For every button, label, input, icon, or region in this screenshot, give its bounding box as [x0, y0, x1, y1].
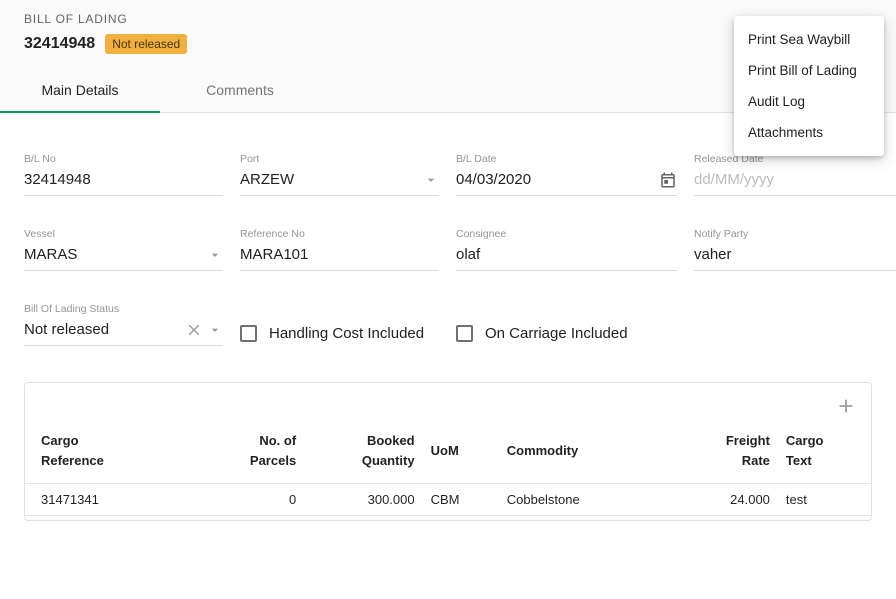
col-header-no-of-parcels: No. ofParcels	[203, 421, 305, 484]
cargo-table: CargoReference No. ofParcels BookedQuant…	[25, 421, 871, 516]
bl-status-value: Not released	[24, 321, 181, 338]
chevron-down-icon[interactable]	[207, 322, 223, 338]
port-select[interactable]: ARZEW	[240, 170, 439, 196]
port-field: Port ARZEW	[240, 153, 439, 196]
cell-no-of-parcels: 0	[203, 484, 305, 516]
cell-uom: CBM	[423, 484, 499, 516]
tab-main-details[interactable]: Main Details	[0, 66, 160, 112]
menu-item-print-sea-waybill[interactable]: Print Sea Waybill	[734, 24, 884, 55]
col-header-commodity: Commodity	[499, 421, 660, 484]
consignee-label: Consignee	[456, 228, 677, 240]
on-carriage-checkbox[interactable]	[456, 325, 473, 342]
cell-booked-quantity: 300.000	[304, 484, 422, 516]
calendar-icon[interactable]	[659, 171, 677, 189]
port-value: ARZEW	[240, 171, 419, 188]
port-label: Port	[240, 153, 439, 165]
bl-status-label: Bill Of Lading Status	[24, 303, 223, 315]
bl-status-field: Bill Of Lading Status Not released	[24, 303, 223, 346]
on-carriage-checkbox-field: On Carriage Included	[456, 303, 677, 346]
vessel-label: Vessel	[24, 228, 223, 240]
bl-status-select[interactable]: Not released	[24, 320, 223, 346]
cargo-table-card: CargoReference No. ofParcels BookedQuant…	[24, 382, 872, 521]
handling-cost-checkbox[interactable]	[240, 325, 257, 342]
col-header-freight-rate: FreightRate	[659, 421, 777, 484]
col-header-cargo-text: CargoText	[778, 421, 871, 484]
handling-cost-checkbox-field: Handling Cost Included	[240, 303, 439, 346]
vessel-select[interactable]: MARAS	[24, 245, 223, 271]
chevron-down-icon[interactable]	[423, 172, 439, 188]
table-row[interactable]: 31471341 0 300.000 CBM Cobbelstone 24.00…	[25, 484, 871, 516]
vessel-value: MARAS	[24, 246, 203, 263]
col-header-uom: UoM	[423, 421, 499, 484]
menu-item-audit-log[interactable]: Audit Log	[734, 86, 884, 117]
reference-no-field: Reference No	[240, 228, 439, 271]
actions-menu: Print Sea Waybill Print Bill of Lading A…	[734, 16, 884, 156]
notify-party-input[interactable]	[694, 246, 896, 263]
bl-no-label: B/L No	[24, 153, 223, 165]
reference-no-input[interactable]	[240, 246, 439, 263]
handling-cost-label: Handling Cost Included	[269, 325, 424, 342]
menu-item-attachments[interactable]: Attachments	[734, 117, 884, 148]
on-carriage-label: On Carriage Included	[485, 325, 628, 342]
released-date-input[interactable]	[694, 171, 893, 188]
col-header-booked-quantity: BookedQuantity	[304, 421, 422, 484]
tab-comments[interactable]: Comments	[160, 66, 320, 112]
chevron-down-icon[interactable]	[207, 247, 223, 263]
notify-party-label: Notify Party	[694, 228, 896, 240]
cell-cargo-reference: 31471341	[25, 484, 203, 516]
bl-no-field: B/L No	[24, 153, 223, 196]
cell-freight-rate: 24.000	[659, 484, 777, 516]
bl-date-field: B/L Date	[456, 153, 677, 196]
released-date-field: Released Date	[694, 153, 896, 196]
consignee-field: Consignee	[456, 228, 677, 271]
cell-cargo-text: test	[778, 484, 871, 516]
menu-item-print-bill-of-lading[interactable]: Print Bill of Lading	[734, 55, 884, 86]
add-cargo-button[interactable]	[835, 395, 857, 417]
vessel-field: Vessel MARAS	[24, 228, 223, 271]
col-header-cargo-reference: CargoReference	[25, 421, 203, 484]
notify-party-field: Notify Party	[694, 228, 896, 271]
bl-no-input[interactable]	[24, 171, 223, 188]
bl-date-label: B/L Date	[456, 153, 677, 165]
reference-no-label: Reference No	[240, 228, 439, 240]
status-badge: Not released	[105, 34, 187, 54]
cargo-table-header-row: CargoReference No. ofParcels BookedQuant…	[25, 421, 871, 484]
cell-commodity: Cobbelstone	[499, 484, 660, 516]
bill-of-lading-number: 32414948	[24, 35, 95, 53]
bl-date-input[interactable]	[456, 171, 655, 188]
consignee-input[interactable]	[456, 246, 677, 263]
clear-icon[interactable]	[185, 321, 203, 339]
